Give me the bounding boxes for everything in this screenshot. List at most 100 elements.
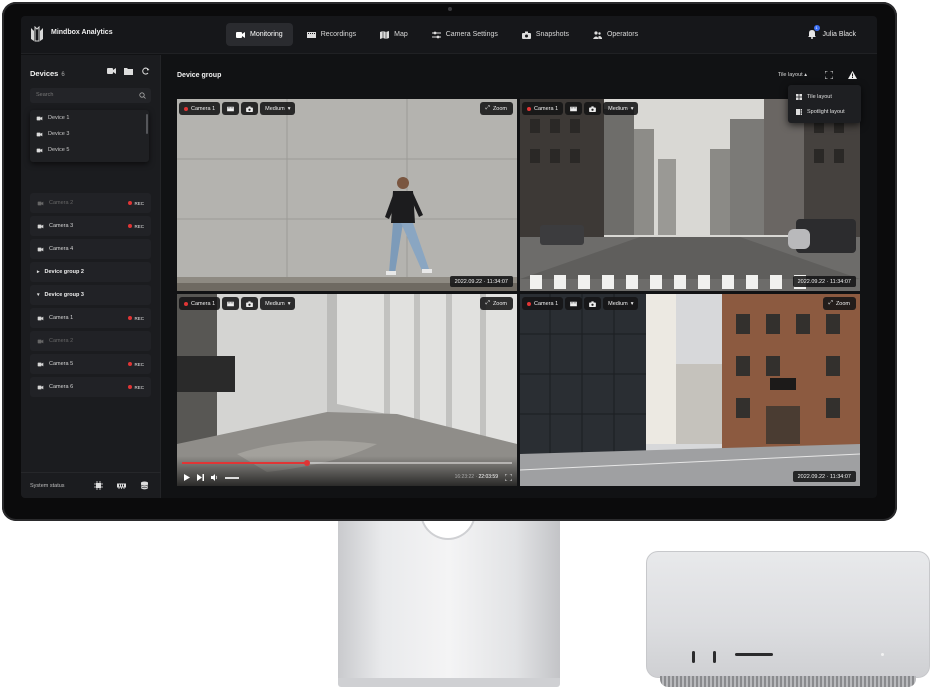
volume-slider[interactable] [225, 476, 239, 479]
video-feed [520, 294, 860, 486]
notifications-button[interactable]: 1 [807, 25, 820, 39]
camera-icon [246, 105, 254, 112]
camera-row[interactable]: Camera 2 REC [30, 193, 151, 213]
device-group-row[interactable]: ▾ Device group 3 [30, 285, 151, 305]
camera-select[interactable]: Camera 1 [179, 102, 221, 115]
nav-operators[interactable]: Operators [583, 23, 648, 46]
camera-row[interactable]: Camera 5 REC [30, 354, 151, 374]
camera-tile[interactable]: Camera 1 Medium▾ ⤢Zoom2022.09.22 · 11:34… [520, 99, 860, 291]
rec-label: REC [134, 361, 144, 367]
rec-badge: REC [128, 385, 144, 390]
add-camera-icon[interactable] [107, 67, 116, 75]
nav-monitoring[interactable]: Monitoring [226, 23, 293, 46]
camera-label: Camera 2 [49, 338, 74, 344]
video-feed [520, 99, 860, 291]
skip-forward-icon[interactable] [197, 474, 204, 481]
memory-icon[interactable] [117, 481, 126, 490]
rec-label: REC [134, 223, 144, 229]
system-status-bar: System status [21, 472, 161, 498]
video-camera-icon [36, 148, 43, 152]
device-list: Camera 2 REC Camera 3 REC Camera 4 ▸ Device gr… [30, 193, 151, 400]
rec-label: REC [134, 384, 144, 390]
storage-icon[interactable] [140, 481, 149, 490]
layout-option-tile[interactable]: Tile layout [788, 89, 861, 104]
suggestion-label: Device 3 [48, 131, 70, 137]
suggestion-item[interactable]: Device 1 [30, 110, 149, 126]
layout-option-spotlight[interactable]: Spotlight layout [788, 104, 861, 119]
zoom-label: Zoom [492, 300, 507, 307]
layout-menu: Tile layout Spotlight layout [788, 85, 861, 123]
zoom-button[interactable]: ⤢Zoom [822, 297, 856, 310]
snapshot-button[interactable] [241, 297, 259, 310]
fullscreen-icon[interactable] [505, 474, 512, 481]
device-group-row[interactable]: ▸ Device group 2 [30, 262, 151, 282]
camera-row[interactable]: Camera 1 REC [30, 308, 151, 328]
devices-title: Devices [30, 69, 59, 78]
snapshot-button[interactable] [584, 102, 602, 115]
video-camera-icon [37, 362, 44, 366]
fullscreen-icon[interactable] [825, 71, 833, 79]
suggestion-item[interactable]: Device 5 [30, 142, 149, 158]
layout-dropdown[interactable]: Tile layout ▴ [778, 72, 807, 78]
mac-studio [646, 551, 930, 678]
chevron-down-icon: ▾ [287, 105, 291, 112]
camera-row[interactable]: Camera 3 REC [30, 216, 151, 236]
folder-icon[interactable] [124, 67, 133, 75]
zoom-button[interactable]: ⤢Zoom [479, 297, 513, 310]
search-placeholder: Search [36, 92, 54, 98]
camera-row[interactable]: Camera 4 [30, 239, 151, 259]
cpu-icon[interactable] [94, 481, 103, 490]
expand-caret-icon[interactable]: ▾ [37, 292, 40, 298]
film-icon [570, 106, 578, 111]
quality-select[interactable]: Medium ▾ [603, 297, 639, 310]
group-label: Device group 2 [44, 269, 84, 275]
zoom-button[interactable]: ⤢Zoom [479, 102, 513, 115]
camera-row[interactable]: Camera 2 [30, 331, 151, 351]
camera-select[interactable]: Camera 1 [179, 297, 221, 310]
recordings-button[interactable] [222, 102, 240, 115]
expand-caret-icon[interactable]: ▸ [37, 269, 40, 275]
camera-tile[interactable]: Camera 1 Medium▾ ⤢Zoom2022.09.22 · 11:34… [177, 99, 517, 291]
camera-name: Camera 1 [534, 105, 559, 112]
notification-badge: 1 [813, 25, 820, 31]
video-camera-icon [37, 339, 44, 343]
nav-snapshots[interactable]: Snapshots [512, 23, 579, 46]
seek-handle[interactable] [304, 460, 311, 466]
video-camera-icon [37, 201, 44, 205]
refresh-icon[interactable] [141, 67, 150, 75]
warning-icon[interactable] [848, 71, 857, 79]
quality-select[interactable]: Medium ▾ [260, 102, 296, 115]
user-menu[interactable]: 1 Julia Black [807, 25, 856, 39]
suggestions-scrollbar[interactable] [146, 114, 148, 134]
total-time: 22:03:59 [478, 474, 498, 480]
quality-select[interactable]: Medium ▾ [603, 102, 639, 115]
snapshot-button[interactable] [584, 297, 602, 310]
camera-select[interactable]: Camera 1 [522, 297, 564, 310]
camera-select[interactable]: Camera 1 [522, 102, 564, 115]
quality-select[interactable]: Medium ▾ [260, 297, 296, 310]
spotlight-icon [796, 108, 802, 115]
camera-tile[interactable]: Camera 1 Medium ▾ ⤢ Zoom 16:23:22 · 22:03:… [177, 294, 517, 486]
nav-recordings[interactable]: Recordings [297, 23, 366, 46]
nav-map[interactable]: Map [370, 23, 418, 46]
seek-bar[interactable] [182, 460, 512, 466]
volume-icon[interactable] [211, 474, 218, 481]
recordings-button[interactable] [565, 297, 583, 310]
zoom-label: Zoom [492, 105, 507, 112]
nav-camera-settings[interactable]: Camera Settings [422, 23, 508, 46]
recordings-button[interactable] [565, 102, 583, 115]
camera-label: Camera 5 [49, 361, 74, 367]
camera-tile[interactable]: Camera 1 Medium▾ ⤢Zoom2022.09.22 · 11:34… [520, 294, 860, 486]
quality-label: Medium [608, 300, 628, 307]
suggestion-item[interactable]: Device 3 [30, 126, 149, 142]
snapshot-button[interactable] [241, 102, 259, 115]
rec-dot [128, 224, 133, 228]
monitor-stand [338, 521, 560, 681]
quality-label: Medium [265, 300, 285, 307]
recordings-button[interactable] [222, 297, 240, 310]
camera-row[interactable]: Camera 6 REC [30, 377, 151, 397]
webcam [448, 7, 452, 11]
rec-label: REC [134, 315, 144, 321]
device-search-input[interactable]: Search [30, 88, 151, 103]
play-icon[interactable] [183, 474, 190, 481]
